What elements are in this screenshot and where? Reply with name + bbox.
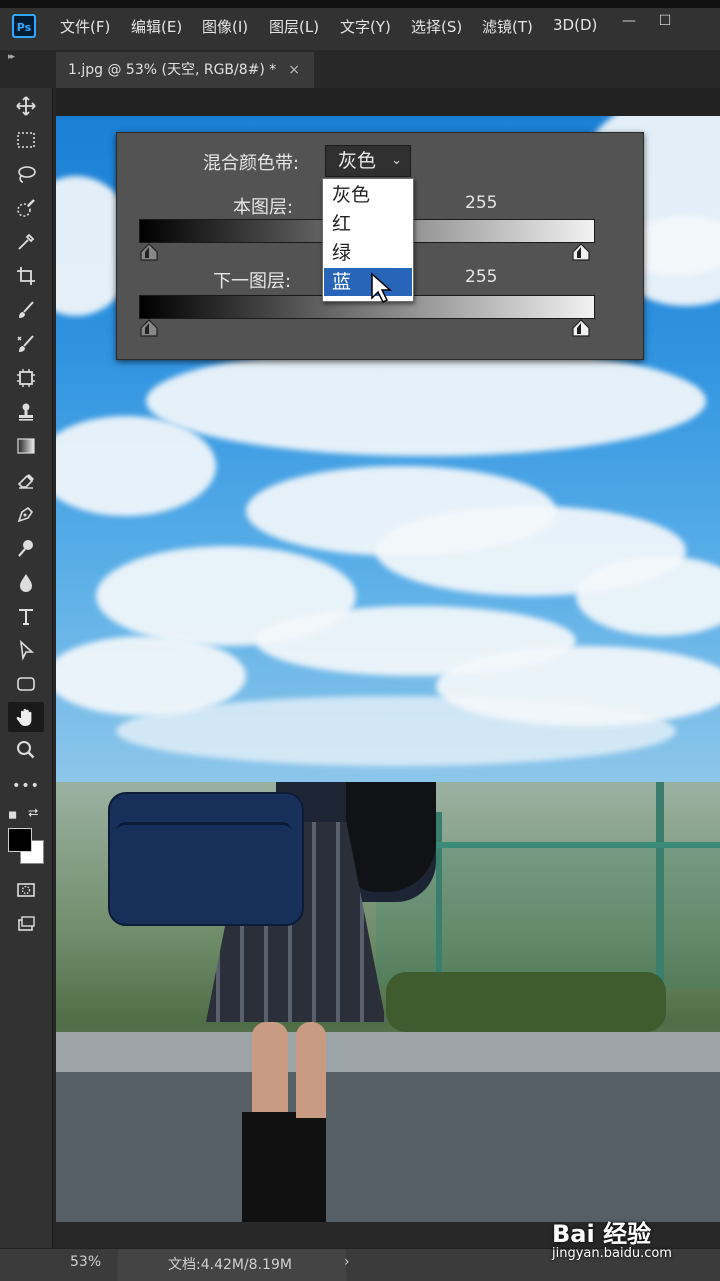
hand-tool-icon[interactable] <box>8 702 44 732</box>
zoom-level[interactable]: 53% <box>70 1254 101 1270</box>
brush-icon[interactable] <box>8 296 44 324</box>
dropdown-option-green[interactable]: 绿 <box>324 239 412 267</box>
document-size-info: 文档:4.42M/8.19M <box>168 1257 292 1273</box>
quick-select-icon[interactable] <box>8 194 44 222</box>
quick-mask-icon[interactable] <box>8 876 44 904</box>
clone-stamp-icon[interactable] <box>8 398 44 426</box>
default-colors-icon[interactable]: ◼ <box>8 808 17 821</box>
menu-image[interactable]: 图像(I) <box>202 16 248 37</box>
swap-colors-icon[interactable]: ⮂ <box>28 806 38 821</box>
frame-icon[interactable] <box>8 364 44 392</box>
menu-bar: Ps 文件(F) 编辑(E) 图像(I) 图层(L) 文字(Y) 选择(S) 滤… <box>0 0 720 50</box>
baidu-jingyan-watermark: Bai 经验 jingyan.baidu.com <box>552 1214 712 1264</box>
document-tab[interactable]: 1.jpg @ 53% (天空, RGB/8#) * × <box>56 52 314 88</box>
watermark-brand: Bai 经验 <box>552 1220 652 1248</box>
eraser-icon[interactable] <box>8 466 44 494</box>
healing-brush-icon[interactable] <box>8 330 44 358</box>
mouse-cursor-icon <box>371 272 392 304</box>
rectangle-shape-icon[interactable] <box>8 670 44 698</box>
crop-icon[interactable] <box>8 262 44 290</box>
blend-if-selected-value: 灰色 <box>338 150 377 172</box>
menu-3d[interactable]: 3D(D) <box>553 16 597 34</box>
more-tools-icon[interactable]: ••• <box>8 772 44 800</box>
dropdown-option-blue[interactable]: 蓝 <box>324 268 412 296</box>
tab-close-icon[interactable]: × <box>288 52 300 88</box>
chevron-down-icon: ⌄ <box>391 153 402 168</box>
document-tab-bar: ▸▸ 1.jpg @ 53% (天空, RGB/8#) * × <box>0 50 720 88</box>
menu-layer[interactable]: 图层(L) <box>269 16 319 37</box>
maximize-button[interactable]: ☐ <box>652 10 678 32</box>
collapse-panel-icon[interactable]: ▸▸ <box>8 52 15 62</box>
gradient-icon[interactable] <box>8 432 44 460</box>
channel-dropdown-list: 灰色 红 绿 蓝 <box>322 178 414 302</box>
this-layer-black-handle[interactable] <box>139 243 159 261</box>
type-icon[interactable] <box>8 602 44 630</box>
photoshop-logo[interactable]: Ps <box>12 14 36 38</box>
watermark-url: jingyan.baidu.com <box>552 1246 672 1261</box>
status-menu-arrow-icon[interactable]: › <box>344 1254 350 1270</box>
dropdown-option-red[interactable]: 红 <box>324 210 412 238</box>
dropdown-option-gray[interactable]: 灰色 <box>324 181 412 209</box>
blur-icon[interactable] <box>8 568 44 596</box>
zoom-icon[interactable] <box>8 736 44 764</box>
move-tool-icon[interactable] <box>8 92 44 120</box>
blend-if-channel-select[interactable]: 灰色 ⌄ <box>325 145 411 177</box>
screen-mode-icon[interactable] <box>8 910 44 938</box>
minimize-button[interactable]: — <box>616 10 642 32</box>
underlying-layer-label: 下一图层: <box>213 271 292 292</box>
document-tab-title: 1.jpg @ 53% (天空, RGB/8#) * <box>68 62 277 78</box>
foreground-color-swatch[interactable] <box>8 828 32 852</box>
menu-select[interactable]: 选择(S) <box>411 16 462 37</box>
underlying-layer-black-handle[interactable] <box>139 319 159 337</box>
underlying-layer-max-value: 255 <box>465 267 498 287</box>
ruler-strip <box>56 88 720 116</box>
lasso-tool-icon[interactable] <box>8 160 44 188</box>
tools-panel: ••• ◼ ⮂ <box>0 88 53 1248</box>
marquee-tool-icon[interactable] <box>8 126 44 154</box>
this-layer-label: 本图层: <box>233 197 294 218</box>
menu-type[interactable]: 文字(Y) <box>340 16 391 37</box>
this-layer-max-value: 255 <box>465 193 498 213</box>
path-select-icon[interactable] <box>8 636 44 664</box>
menu-file[interactable]: 文件(F) <box>60 16 110 37</box>
this-layer-white-handle[interactable] <box>571 243 591 261</box>
blend-if-label: 混合颜色带: <box>203 153 300 174</box>
underlying-layer-white-handle[interactable] <box>571 319 591 337</box>
pen-icon[interactable] <box>8 500 44 528</box>
eyedropper-icon[interactable] <box>8 228 44 256</box>
menu-filter[interactable]: 滤镜(T) <box>482 16 533 37</box>
girl-photo-layer-image <box>56 782 720 1222</box>
menu-edit[interactable]: 编辑(E) <box>131 16 182 37</box>
dodge-icon[interactable] <box>8 534 44 562</box>
